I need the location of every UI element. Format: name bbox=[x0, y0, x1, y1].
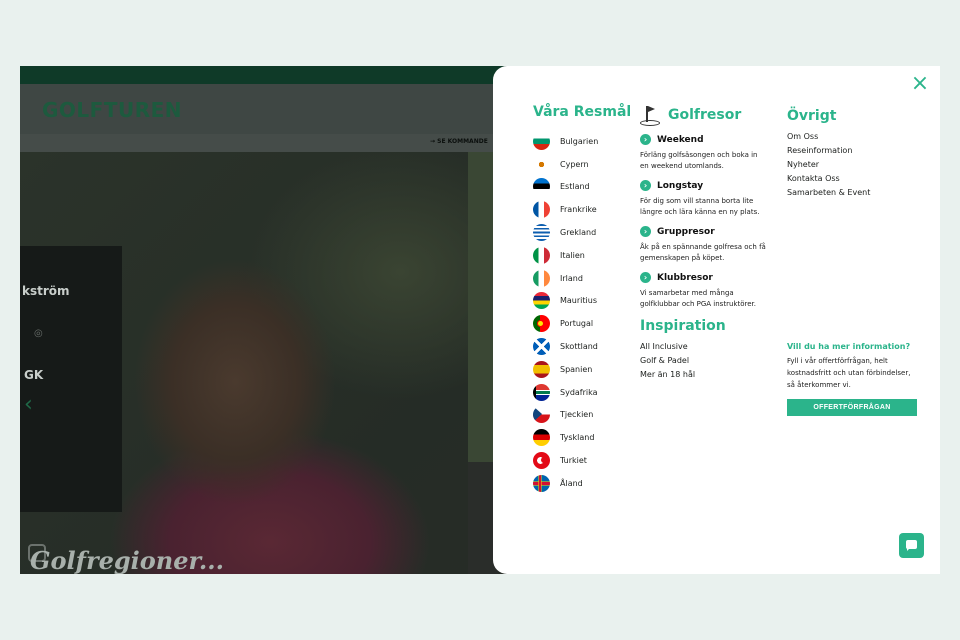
chevron-left-icon[interactable]: ‹ bbox=[24, 392, 33, 417]
destination-label: Sydafrika bbox=[560, 387, 598, 397]
inspiration-link[interactable]: All Inclusive bbox=[640, 340, 770, 354]
mega-menu-panel: × Våra Resmål Bulgarien Cypern Estland Fran… bbox=[493, 66, 940, 574]
golfresa-title: Klubbresor bbox=[657, 272, 713, 283]
upcoming-link[interactable]: → SE KOMMANDE bbox=[430, 138, 488, 145]
destination-item[interactable]: Portugal bbox=[533, 312, 633, 335]
close-icon[interactable]: × bbox=[910, 73, 930, 95]
spain-flag-icon bbox=[533, 360, 550, 378]
greece-flag-icon bbox=[533, 224, 550, 242]
golfresor-title[interactable]: Golfresor bbox=[668, 107, 741, 123]
chevron-right-icon: › bbox=[640, 134, 651, 145]
ovrigt-link[interactable]: Om Oss bbox=[787, 130, 917, 144]
golfresa-item[interactable]: › Klubbresor Vi samarbetar med många golfk… bbox=[640, 272, 770, 310]
inspiration-list: All Inclusive Golf & Padel Mer än 18 hål bbox=[640, 340, 770, 382]
info-title: Vill du ha mer information? bbox=[787, 342, 911, 351]
destination-label: Bulgarien bbox=[560, 136, 599, 146]
destination-label: Skottland bbox=[560, 342, 598, 352]
ovrigt-link[interactable]: Kontakta Oss bbox=[787, 172, 917, 186]
inspiration-link[interactable]: Mer än 18 hål bbox=[640, 368, 770, 382]
destination-label: Tjeckien bbox=[560, 410, 594, 420]
destination-item[interactable]: Sydafrika bbox=[533, 381, 633, 404]
destinations-list: Bulgarien Cypern Estland Frankrike Grekland I… bbox=[533, 130, 633, 495]
mauritius-flag-icon bbox=[533, 292, 550, 310]
ovrigt-link[interactable]: Samarbeten & Event bbox=[787, 186, 917, 200]
destination-item[interactable]: Mauritius bbox=[533, 290, 633, 313]
destinations-column: Våra Resmål Bulgarien Cypern Estland Frankr… bbox=[533, 104, 633, 495]
turkey-flag-icon bbox=[533, 452, 550, 470]
destination-label: Estland bbox=[560, 182, 590, 192]
golfresa-desc: För dig som vill stanna borta lite längr… bbox=[640, 197, 760, 216]
destination-label: Åland bbox=[560, 478, 583, 488]
ireland-flag-icon bbox=[533, 269, 550, 287]
destinations-title: Våra Resmål bbox=[533, 104, 632, 120]
destination-label: Spanien bbox=[560, 364, 593, 374]
estonia-flag-icon bbox=[533, 178, 550, 196]
regions-title: Golfregioner... bbox=[30, 546, 224, 574]
chevron-right-icon: › bbox=[640, 180, 651, 191]
france-flag-icon bbox=[533, 201, 550, 219]
golfresor-column: Golfresor › Weekend Förläng golfsäsongen o… bbox=[640, 104, 770, 310]
destination-item[interactable]: Skottland bbox=[533, 335, 633, 358]
golfresa-title: Longstay bbox=[657, 180, 704, 191]
portugal-flag-icon bbox=[533, 315, 550, 333]
card-club: GK bbox=[24, 368, 44, 382]
destination-item[interactable]: Italien bbox=[533, 244, 633, 267]
destination-label: Portugal bbox=[560, 319, 594, 329]
inspiration-title[interactable]: Inspiration bbox=[640, 318, 770, 334]
destination-label: Mauritius bbox=[560, 296, 597, 306]
golfresa-title: Gruppresor bbox=[657, 226, 715, 237]
germany-flag-icon bbox=[533, 429, 550, 447]
info-text: Fyll i vår offertförfrågan, helt kostnad… bbox=[787, 357, 911, 389]
inspiration-link[interactable]: Golf & Padel bbox=[640, 354, 770, 368]
destination-item[interactable]: Åland bbox=[533, 472, 633, 495]
southafrica-flag-icon bbox=[533, 383, 550, 401]
destination-item[interactable]: Cypern bbox=[533, 153, 633, 176]
golfresa-desc: Vi samarbetar med många golfklubbar och … bbox=[640, 289, 756, 308]
destination-item[interactable]: Bulgarien bbox=[533, 130, 633, 153]
ovrigt-title: Övrigt bbox=[787, 108, 837, 124]
aland-flag-icon bbox=[533, 474, 550, 492]
destination-label: Cypern bbox=[560, 159, 589, 169]
destination-item[interactable]: Frankrike bbox=[533, 198, 633, 221]
golfresa-desc: Åk på en spännande golfresa och få gemen… bbox=[640, 243, 766, 262]
inspiration-column: Inspiration All Inclusive Golf & Padel Mer… bbox=[640, 318, 770, 382]
cyprus-flag-icon bbox=[533, 155, 550, 173]
golfresa-item[interactable]: › Longstay För dig som vill stanna borta l… bbox=[640, 180, 770, 218]
golfresa-item[interactable]: › Weekend Förläng golfsäsongen och boka in… bbox=[640, 134, 770, 172]
destination-item[interactable]: Turkiet bbox=[533, 449, 633, 472]
ovrigt-column: Övrigt Om Oss Reseinformation Nyheter Konta… bbox=[787, 108, 917, 200]
golfresor-list: › Weekend Förläng golfsäsongen och boka in… bbox=[640, 134, 770, 310]
destination-item[interactable]: Irland bbox=[533, 267, 633, 290]
card-name: kström bbox=[22, 284, 70, 298]
ovrigt-link[interactable]: Reseinformation bbox=[787, 144, 917, 158]
quote-request-button[interactable]: OFFERTFÖRFRÅGAN bbox=[787, 399, 917, 416]
destination-label: Irland bbox=[560, 273, 583, 283]
destination-label: Turkiet bbox=[560, 456, 587, 466]
golfresa-title: Weekend bbox=[657, 134, 704, 145]
golf-flag-icon bbox=[640, 104, 660, 126]
destination-item[interactable]: Grekland bbox=[533, 221, 633, 244]
czech-flag-icon bbox=[533, 406, 550, 424]
ovrigt-link[interactable]: Nyheter bbox=[787, 158, 917, 172]
destination-label: Grekland bbox=[560, 228, 597, 238]
destination-label: Tyskland bbox=[560, 433, 595, 443]
destination-item[interactable]: Tyskland bbox=[533, 426, 633, 449]
chevron-right-icon: › bbox=[640, 272, 651, 283]
bulgaria-flag-icon bbox=[533, 132, 550, 150]
italy-flag-icon bbox=[533, 246, 550, 264]
destination-item[interactable]: Spanien bbox=[533, 358, 633, 381]
destination-label: Italien bbox=[560, 250, 585, 260]
chevron-right-icon: › bbox=[640, 226, 651, 237]
info-box: Vill du ha mer information? Fyll i vår o… bbox=[787, 342, 919, 416]
scotland-flag-icon bbox=[533, 338, 550, 356]
destination-item[interactable]: Tjeckien bbox=[533, 404, 633, 427]
destination-label: Frankrike bbox=[560, 205, 597, 215]
location-icon: ◎ bbox=[34, 328, 43, 339]
site-logo[interactable]: GOLFTUREN bbox=[42, 98, 182, 122]
golfresa-desc: Förläng golfsäsongen och boka in en week… bbox=[640, 151, 758, 170]
destination-item[interactable]: Estland bbox=[533, 176, 633, 199]
ovrigt-list: Om Oss Reseinformation Nyheter Kontakta Oss… bbox=[787, 130, 917, 200]
golfresa-item[interactable]: › Gruppresor Åk på en spännande golfresa o… bbox=[640, 226, 770, 264]
chat-button[interactable] bbox=[899, 533, 924, 558]
